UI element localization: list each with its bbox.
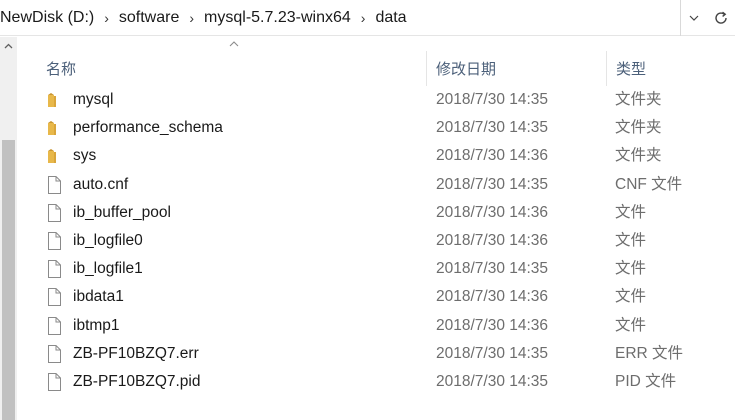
chevron-down-icon xyxy=(689,15,698,21)
column-header-name[interactable]: 名称 xyxy=(46,51,426,86)
address-bar: NewDisk (D:) › software › mysql-5.7.23-w… xyxy=(0,0,735,36)
file-name[interactable]: ZB-PF10BZQ7.err xyxy=(73,340,199,368)
vertical-scrollbar[interactable] xyxy=(0,37,17,420)
breadcrumb: NewDisk (D:) › software › mysql-5.7.23-w… xyxy=(0,0,411,36)
file-type: 文件夹 xyxy=(615,147,662,165)
file-row[interactable]: mysql 2018/7/30 14:35 文件夹 xyxy=(17,86,735,114)
file-type: 文件 xyxy=(615,232,647,249)
file-type: 文件 xyxy=(615,316,647,334)
file-type: 文件 xyxy=(615,288,647,306)
file-icon xyxy=(46,316,62,335)
file-date-modified: 2018/7/30 14:35 xyxy=(436,91,549,108)
scroll-up-button[interactable] xyxy=(0,37,17,54)
column-header-type[interactable]: 类型 xyxy=(616,51,735,86)
file-row[interactable]: ib_logfile1 2018/7/30 14:35 文件 xyxy=(17,255,735,283)
file-type: CNF 文件 xyxy=(615,175,683,193)
file-type: 文件 xyxy=(615,260,647,278)
file-icon xyxy=(46,232,62,250)
file-date-modified: 2018/7/30 14:36 xyxy=(436,147,549,165)
file-row[interactable]: ib_logfile0 2018/7/30 14:36 文件 xyxy=(17,227,735,255)
column-divider[interactable] xyxy=(606,51,607,86)
chevron-up-icon xyxy=(4,43,13,48)
file-type: 文件夹 xyxy=(615,91,662,108)
file-name[interactable]: ib_buffer_pool xyxy=(73,199,171,227)
breadcrumb-item-software[interactable]: software xyxy=(115,9,183,27)
file-name[interactable]: ib_logfile0 xyxy=(73,227,143,255)
file-name[interactable]: ZB-PF10BZQ7.pid xyxy=(73,368,201,396)
folder-icon xyxy=(46,147,62,165)
file-row[interactable]: ibtmp1 2018/7/30 14:36 文件 xyxy=(17,312,735,340)
file-row[interactable]: ibdata1 2018/7/30 14:36 文件 xyxy=(17,283,735,311)
column-header-row: 名称 修改日期 类型 xyxy=(17,37,735,86)
file-date-modified: 2018/7/30 14:35 xyxy=(436,260,549,278)
file-date-modified: 2018/7/30 14:35 xyxy=(436,175,549,193)
refresh-icon xyxy=(714,11,727,24)
file-date-modified: 2018/7/30 14:35 xyxy=(436,344,549,362)
file-icon xyxy=(46,260,62,279)
sort-ascending-icon xyxy=(226,37,242,51)
file-icon xyxy=(46,175,62,194)
address-history-button[interactable] xyxy=(680,0,706,36)
breadcrumb-item-data[interactable]: data xyxy=(371,9,410,27)
scroll-thumb[interactable] xyxy=(2,140,15,420)
refresh-button[interactable] xyxy=(706,0,735,36)
file-date-modified: 2018/7/30 14:35 xyxy=(436,373,549,390)
file-row[interactable]: ZB-PF10BZQ7.err 2018/7/30 14:35 ERR 文件 xyxy=(17,340,735,368)
file-date-modified: 2018/7/30 14:36 xyxy=(436,203,549,221)
file-date-modified: 2018/7/30 14:36 xyxy=(436,316,549,334)
file-row[interactable]: auto.cnf 2018/7/30 14:35 CNF 文件 xyxy=(17,171,735,199)
file-icon xyxy=(46,344,62,363)
file-type: 文件 xyxy=(615,203,647,221)
file-name[interactable]: mysql xyxy=(73,86,113,114)
file-row[interactable]: ib_buffer_pool 2018/7/30 14:36 文件 xyxy=(17,199,735,227)
column-divider[interactable] xyxy=(426,51,427,86)
breadcrumb-item-mysql[interactable]: mysql-5.7.23-winx64 xyxy=(200,9,355,27)
file-date-modified: 2018/7/30 14:36 xyxy=(436,232,549,249)
file-icon xyxy=(46,373,62,391)
file-name[interactable]: ibdata1 xyxy=(73,283,124,311)
file-date-modified: 2018/7/30 14:36 xyxy=(436,288,549,306)
file-row[interactable]: ZB-PF10BZQ7.pid 2018/7/30 14:35 PID 文件 xyxy=(17,368,735,396)
file-icon xyxy=(46,203,62,222)
file-type: 文件夹 xyxy=(615,119,662,137)
file-name[interactable]: performance_schema xyxy=(73,114,223,142)
chevron-right-icon[interactable]: › xyxy=(183,10,200,26)
file-row[interactable]: sys 2018/7/30 14:36 文件夹 xyxy=(17,142,735,170)
column-header-date-modified[interactable]: 修改日期 xyxy=(436,51,616,86)
folder-icon xyxy=(46,91,62,109)
file-icon xyxy=(46,288,62,307)
file-name[interactable]: ibtmp1 xyxy=(73,312,120,340)
chevron-right-icon[interactable]: › xyxy=(355,10,372,26)
folder-icon xyxy=(46,119,62,137)
file-name[interactable]: auto.cnf xyxy=(73,171,128,199)
chevron-right-icon[interactable]: › xyxy=(98,10,115,26)
breadcrumb-item-drive[interactable]: NewDisk (D:) xyxy=(0,9,98,27)
file-type: ERR 文件 xyxy=(615,344,684,362)
file-row[interactable]: performance_schema 2018/7/30 14:35 文件夹 xyxy=(17,114,735,142)
file-type: PID 文件 xyxy=(615,373,677,390)
file-name[interactable]: sys xyxy=(73,142,96,170)
file-date-modified: 2018/7/30 14:35 xyxy=(436,119,549,137)
file-name[interactable]: ib_logfile1 xyxy=(73,255,143,283)
